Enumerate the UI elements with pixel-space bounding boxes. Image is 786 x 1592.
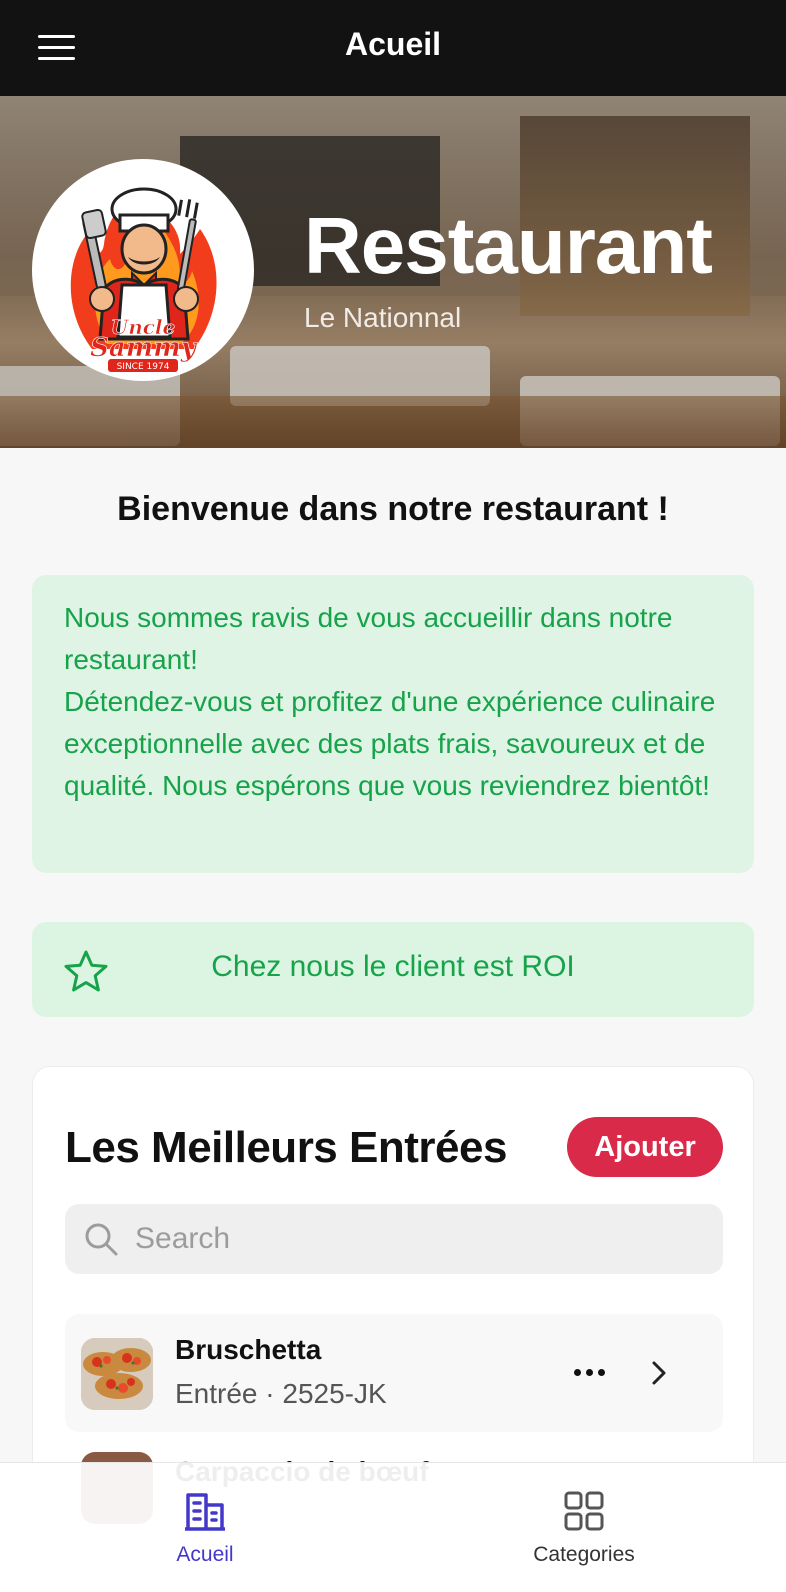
list-item[interactable]: Bruschetta Entrée · 2525-JK (65, 1314, 723, 1432)
dish-thumbnail (81, 1338, 153, 1410)
bottom-tab-bar: Acueil Categories (0, 1462, 786, 1592)
tab-categories[interactable]: Categories (474, 1463, 694, 1592)
add-button[interactable]: Ajouter (567, 1117, 723, 1177)
welcome-message-line-2: Détendez-vous et profitez d'une expérien… (64, 686, 716, 801)
dish-code: 2525-JK (282, 1378, 387, 1409)
search-input[interactable] (135, 1204, 705, 1274)
hero-title: Restaurant (304, 201, 713, 290)
more-options-icon[interactable] (570, 1360, 610, 1384)
welcome-message: Nous sommes ravis de vous accueillir dan… (32, 575, 754, 873)
entrees-title: Les Meilleurs Entrées (65, 1123, 507, 1172)
svg-text:SINCE 1974: SINCE 1974 (117, 362, 170, 372)
search-icon (85, 1223, 118, 1256)
tab-label: Acueil (176, 1543, 234, 1566)
top-app-bar: Acueil (0, 0, 786, 96)
tab-label: Categories (533, 1543, 635, 1566)
svg-text:Sammy: Sammy (90, 333, 198, 363)
motto-banner: Chez nous le client est ROI (32, 922, 754, 1017)
motto-text: Chez nous le client est ROI (211, 950, 575, 983)
chevron-right-icon[interactable] (647, 1358, 671, 1388)
page-title: Acueil (344, 26, 442, 62)
tab-acueil[interactable]: Acueil (95, 1463, 315, 1592)
dish-name: Bruschetta (175, 1334, 322, 1365)
grid-icon (564, 1491, 604, 1531)
welcome-message-line-1: Nous sommes ravis de vous accueillir dan… (64, 602, 673, 675)
dish-category: Entrée (175, 1378, 258, 1409)
search-bar (65, 1204, 723, 1274)
building-icon (185, 1493, 225, 1531)
meta-separator: · (265, 1378, 283, 1409)
welcome-heading: Bienvenue dans notre restaurant ! (117, 490, 669, 528)
restaurant-logo: Uncle Sammy SINCE 1974 (32, 159, 254, 381)
dish-meta: Entrée · 2525-JK (175, 1378, 387, 1410)
hero-subtitle: Le Nationnal (304, 302, 462, 333)
